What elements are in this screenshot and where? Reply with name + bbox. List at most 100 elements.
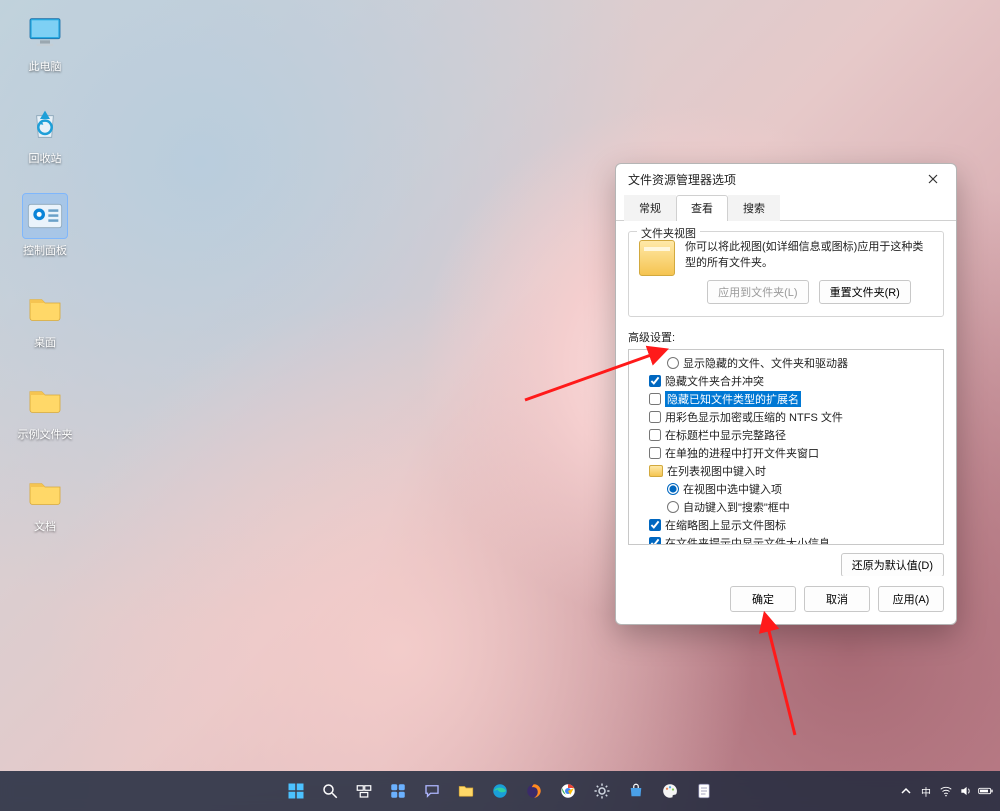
taskbar-tray: 中 [898, 783, 994, 799]
desktop-icon-folder-sample[interactable]: 示例文件夹 [10, 378, 80, 442]
firefox-icon [525, 782, 543, 800]
advanced-setting-item[interactable]: 在视图中选中键入项 [631, 480, 941, 498]
advanced-setting-item[interactable]: 在文件夹提示中显示文件大小信息 [631, 534, 941, 545]
advanced-setting-label: 在标题栏中显示完整路径 [665, 427, 786, 443]
radio-input[interactable] [667, 501, 679, 513]
desktop-icon-this-pc[interactable]: 此电脑 [10, 10, 80, 74]
advanced-setting-item[interactable]: 用彩色显示加密或压缩的 NTFS 文件 [631, 408, 941, 426]
taskbar: 中 [0, 771, 1000, 811]
radio-input[interactable] [667, 483, 679, 495]
advanced-setting-item[interactable]: 自动键入到"搜索"框中 [631, 498, 941, 516]
folder-view-group: 文件夹视图 你可以将此视图(如详细信息或图标)应用于这种类型的所有文件夹。 应用… [628, 231, 944, 317]
tray-wifi-icon[interactable] [938, 783, 954, 799]
close-button[interactable] [918, 167, 948, 191]
desktop-icon-recycle-bin[interactable]: 回收站 [10, 102, 80, 166]
advanced-setting-item[interactable]: 显示隐藏的文件、文件夹和驱动器 [631, 354, 941, 372]
checkbox-input[interactable] [649, 375, 661, 387]
taskbar-chrome[interactable] [554, 777, 582, 805]
desktop-icon-folder-docs[interactable]: 文档 [10, 470, 80, 534]
desktop-icon-label: 桌面 [10, 334, 80, 350]
folder-icon [649, 465, 663, 477]
folder-icon [23, 378, 67, 422]
ok-button[interactable]: 确定 [730, 586, 796, 612]
advanced-setting-label: 在列表视图中键入时 [667, 463, 766, 479]
tab-search[interactable]: 搜索 [728, 195, 780, 221]
radio-input[interactable] [667, 357, 679, 369]
checkbox-input[interactable] [649, 447, 661, 459]
checkbox-input[interactable] [649, 411, 661, 423]
paint-icon [661, 782, 679, 800]
taskbar-explorer[interactable] [452, 777, 480, 805]
checkbox-input[interactable] [649, 537, 661, 545]
advanced-setting-label: 隐藏已知文件类型的扩展名 [665, 391, 801, 407]
folder-icon [23, 286, 67, 330]
checkbox-input[interactable] [649, 393, 661, 405]
control-panel-icon [23, 194, 67, 238]
folder-options-dialog: 文件资源管理器选项 常规 查看 搜索 文件夹视图 你可以将此视图(如详细信息或图… [615, 163, 957, 625]
tab-view[interactable]: 查看 [676, 195, 728, 221]
chrome-icon [559, 782, 577, 800]
folder-icon [639, 240, 675, 276]
advanced-setting-label: 用彩色显示加密或压缩的 NTFS 文件 [665, 409, 843, 425]
chat-icon [423, 782, 441, 800]
taskbar-notepad[interactable] [690, 777, 718, 805]
desktop-icon-label: 此电脑 [10, 58, 80, 74]
taskbar-widgets[interactable] [384, 777, 412, 805]
desktop-icon-label: 回收站 [10, 150, 80, 166]
recycle-bin-icon [23, 102, 67, 146]
cancel-button[interactable]: 取消 [804, 586, 870, 612]
notepad-icon [695, 782, 713, 800]
restore-defaults-button[interactable]: 还原为默认值(D) [841, 553, 944, 576]
tray-chevron-up-icon[interactable] [898, 783, 914, 799]
advanced-setting-label: 在视图中选中键入项 [683, 481, 782, 497]
tray-battery-icon[interactable] [978, 783, 994, 799]
file-explorer-icon [457, 782, 475, 800]
desktop-icon-label: 文档 [10, 518, 80, 534]
dialog-tabs: 常规 查看 搜索 [616, 194, 956, 221]
desktop-icon-label: 控制面板 [10, 242, 80, 258]
windows-start-icon [287, 782, 305, 800]
apply-button[interactable]: 应用(A) [878, 586, 944, 612]
tray-ime-icon[interactable]: 中 [918, 783, 934, 799]
widgets-icon [389, 782, 407, 800]
taskbar-start[interactable] [282, 777, 310, 805]
advanced-setting-label: 在单独的进程中打开文件夹窗口 [665, 445, 819, 461]
store-icon [627, 782, 645, 800]
desktop-icon-folder-desktop[interactable]: 桌面 [10, 286, 80, 350]
advanced-setting-item[interactable]: 隐藏文件夹合并冲突 [631, 372, 941, 390]
advanced-setting-label: 自动键入到"搜索"框中 [683, 499, 790, 515]
gear-icon [593, 782, 611, 800]
reset-folders-button[interactable]: 重置文件夹(R) [819, 280, 911, 304]
advanced-settings-tree[interactable]: 显示隐藏的文件、文件夹和驱动器隐藏文件夹合并冲突隐藏已知文件类型的扩展名用彩色显… [628, 349, 944, 545]
taskbar-chat[interactable] [418, 777, 446, 805]
taskbar-edge[interactable] [486, 777, 514, 805]
dialog-titlebar[interactable]: 文件资源管理器选项 [616, 164, 956, 194]
taskbar-paint[interactable] [656, 777, 684, 805]
taskbar-taskview[interactable] [350, 777, 378, 805]
checkbox-input[interactable] [649, 519, 661, 531]
folder-icon [23, 470, 67, 514]
advanced-setting-item[interactable]: 在单独的进程中打开文件夹窗口 [631, 444, 941, 462]
advanced-setting-label: 显示隐藏的文件、文件夹和驱动器 [683, 355, 848, 371]
advanced-setting-label: 在文件夹提示中显示文件大小信息 [665, 535, 830, 545]
tray-volume-icon[interactable] [958, 783, 974, 799]
advanced-setting-item[interactable]: 隐藏已知文件类型的扩展名 [631, 390, 941, 408]
search-icon [321, 782, 339, 800]
folder-view-legend: 文件夹视图 [637, 225, 700, 241]
taskbar-search[interactable] [316, 777, 344, 805]
apply-to-folders-button[interactable]: 应用到文件夹(L) [707, 280, 808, 304]
taskbar-store[interactable] [622, 777, 650, 805]
taskbar-firefox[interactable] [520, 777, 548, 805]
desktop-icon-control-panel[interactable]: 控制面板 [10, 194, 80, 258]
task-view-icon [355, 782, 373, 800]
dialog-footer: 确定 取消 应用(A) [616, 576, 956, 624]
advanced-setting-item[interactable]: 在标题栏中显示完整路径 [631, 426, 941, 444]
tab-general[interactable]: 常规 [624, 195, 676, 221]
advanced-setting-item[interactable]: 在列表视图中键入时 [631, 462, 941, 480]
advanced-setting-item[interactable]: 在缩略图上显示文件图标 [631, 516, 941, 534]
checkbox-input[interactable] [649, 429, 661, 441]
monitor-icon [23, 10, 67, 54]
folder-view-text: 你可以将此视图(如详细信息或图标)应用于这种类型的所有文件夹。 [685, 240, 933, 272]
taskbar-settings[interactable] [588, 777, 616, 805]
desktop-icons: 此电脑 回收站 控制面板 桌面 示例文件夹 文档 [10, 10, 90, 562]
